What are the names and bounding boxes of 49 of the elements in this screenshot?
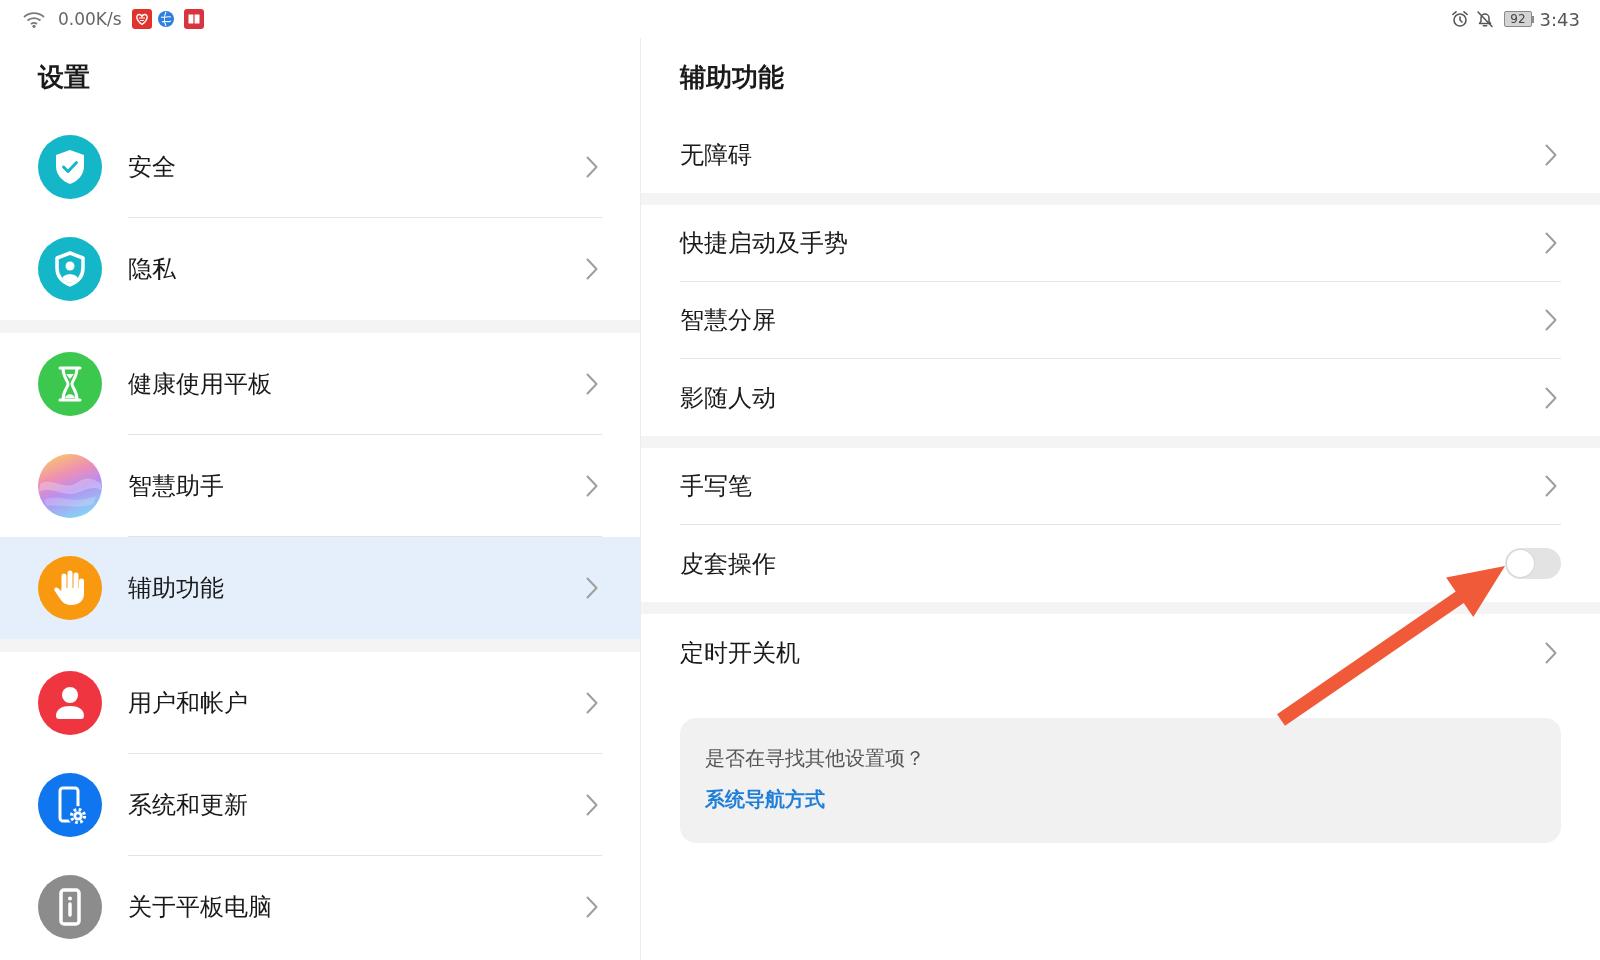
toggle-switch[interactable] xyxy=(1505,548,1561,579)
settings-item[interactable]: 快捷启动及手势 xyxy=(641,205,1600,282)
chevron-right-icon xyxy=(586,793,598,816)
settings-item[interactable]: 无障碍 xyxy=(641,116,1600,193)
hourglass-icon xyxy=(38,352,102,416)
chevron-right-icon xyxy=(1545,641,1557,664)
network-speed: 0.00K/s xyxy=(58,9,122,29)
sidebar-item[interactable]: 安全 xyxy=(0,116,640,218)
chevron-right-icon xyxy=(586,155,598,178)
chevron-right-icon xyxy=(1545,386,1557,409)
battery-indicator: 92 xyxy=(1504,11,1534,27)
sidebar-item[interactable]: 健康使用平板 xyxy=(0,333,640,435)
chevron-right-icon xyxy=(586,258,598,280)
chevron-right-icon xyxy=(1545,309,1557,331)
muted-bell-icon xyxy=(1476,10,1495,28)
phone-info-icon xyxy=(38,875,102,939)
clock-time: 3:43 xyxy=(1539,8,1580,30)
chevron-right-icon xyxy=(586,896,598,918)
person-icon xyxy=(38,671,102,735)
chevron-right-icon xyxy=(586,372,598,395)
phone-gear-icon xyxy=(38,773,102,837)
settings-item[interactable]: 影随人动 xyxy=(641,359,1600,436)
section-title: 辅助功能 xyxy=(680,60,784,94)
page-title: 设置 xyxy=(38,60,90,94)
sidebar-item[interactable]: 用户和帐户 xyxy=(0,652,640,754)
heart-app-icon xyxy=(131,9,152,29)
wifi-icon xyxy=(22,10,46,28)
settings-item[interactable]: 智慧分屏 xyxy=(641,282,1600,359)
shield-check-icon xyxy=(38,135,102,199)
globe-app-icon xyxy=(157,11,174,27)
suggestion-question: 是否在寻找其他设置项？ xyxy=(705,745,925,772)
settings-item[interactable]: 定时开关机 xyxy=(641,614,1600,691)
sidebar-item[interactable]: 关于平板电脑 xyxy=(0,856,640,958)
chevron-right-icon xyxy=(586,691,598,714)
navigation-link[interactable]: 系统导航方式 xyxy=(705,786,825,813)
chevron-right-icon xyxy=(1545,232,1557,254)
sidebar-item[interactable]: 系统和更新 xyxy=(0,754,640,856)
book-app-icon xyxy=(183,9,204,29)
sidebar-item[interactable]: 隐私 xyxy=(0,218,640,320)
sidebar-item[interactable]: 辅助功能 xyxy=(0,537,640,639)
chevron-right-icon xyxy=(1545,475,1557,497)
shield-person-icon xyxy=(38,237,102,301)
orb-icon xyxy=(38,454,102,518)
chevron-right-icon xyxy=(586,474,598,497)
chevron-right-icon xyxy=(586,577,598,599)
chevron-right-icon xyxy=(1545,143,1557,166)
hand-icon xyxy=(38,556,102,620)
alarm-icon xyxy=(1451,10,1470,28)
settings-item[interactable]: 手写笔 xyxy=(641,448,1600,525)
